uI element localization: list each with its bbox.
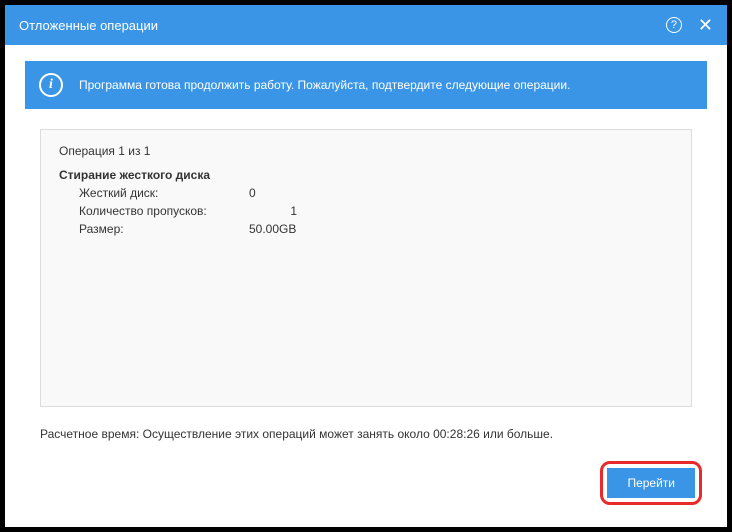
op-label: Жесткий диск: [79, 184, 249, 202]
estimate-text: Расчетное время: Осуществление этих опер… [40, 427, 553, 441]
operation-title: Стирание жесткого диска [59, 168, 673, 182]
op-value: 0 [249, 184, 309, 202]
operations-panel: Операция 1 из 1 Стирание жесткого диска … [40, 129, 692, 407]
info-icon: i [39, 73, 63, 97]
op-label: Размер: [79, 220, 249, 238]
op-row-passes: Количество пропусков: 1 [79, 202, 673, 220]
window-title: Отложенные операции [19, 18, 666, 33]
op-label: Количество пропусков: [79, 202, 249, 220]
info-message: Программа готова продолжить работу. Пожа… [79, 78, 570, 92]
proceed-button[interactable]: Перейти [607, 468, 695, 498]
operation-details: Жесткий диск: 0 Количество пропусков: 1 … [59, 184, 673, 238]
dialog-window: Отложенные операции ? ✕ i Программа гото… [0, 0, 732, 532]
help-icon[interactable]: ? [666, 17, 682, 33]
title-actions: ? ✕ [666, 16, 713, 34]
op-value: 50.00GB [249, 220, 309, 238]
op-row-disk: Жесткий диск: 0 [79, 184, 673, 202]
info-bar: i Программа готова продолжить работу. По… [25, 61, 707, 109]
close-icon[interactable]: ✕ [698, 16, 713, 34]
operation-counter: Операция 1 из 1 [59, 144, 673, 158]
highlight-frame: Перейти [600, 461, 702, 505]
title-bar: Отложенные операции ? ✕ [5, 5, 727, 45]
op-row-size: Размер: 50.00GB [79, 220, 673, 238]
op-value: 1 [249, 202, 309, 220]
